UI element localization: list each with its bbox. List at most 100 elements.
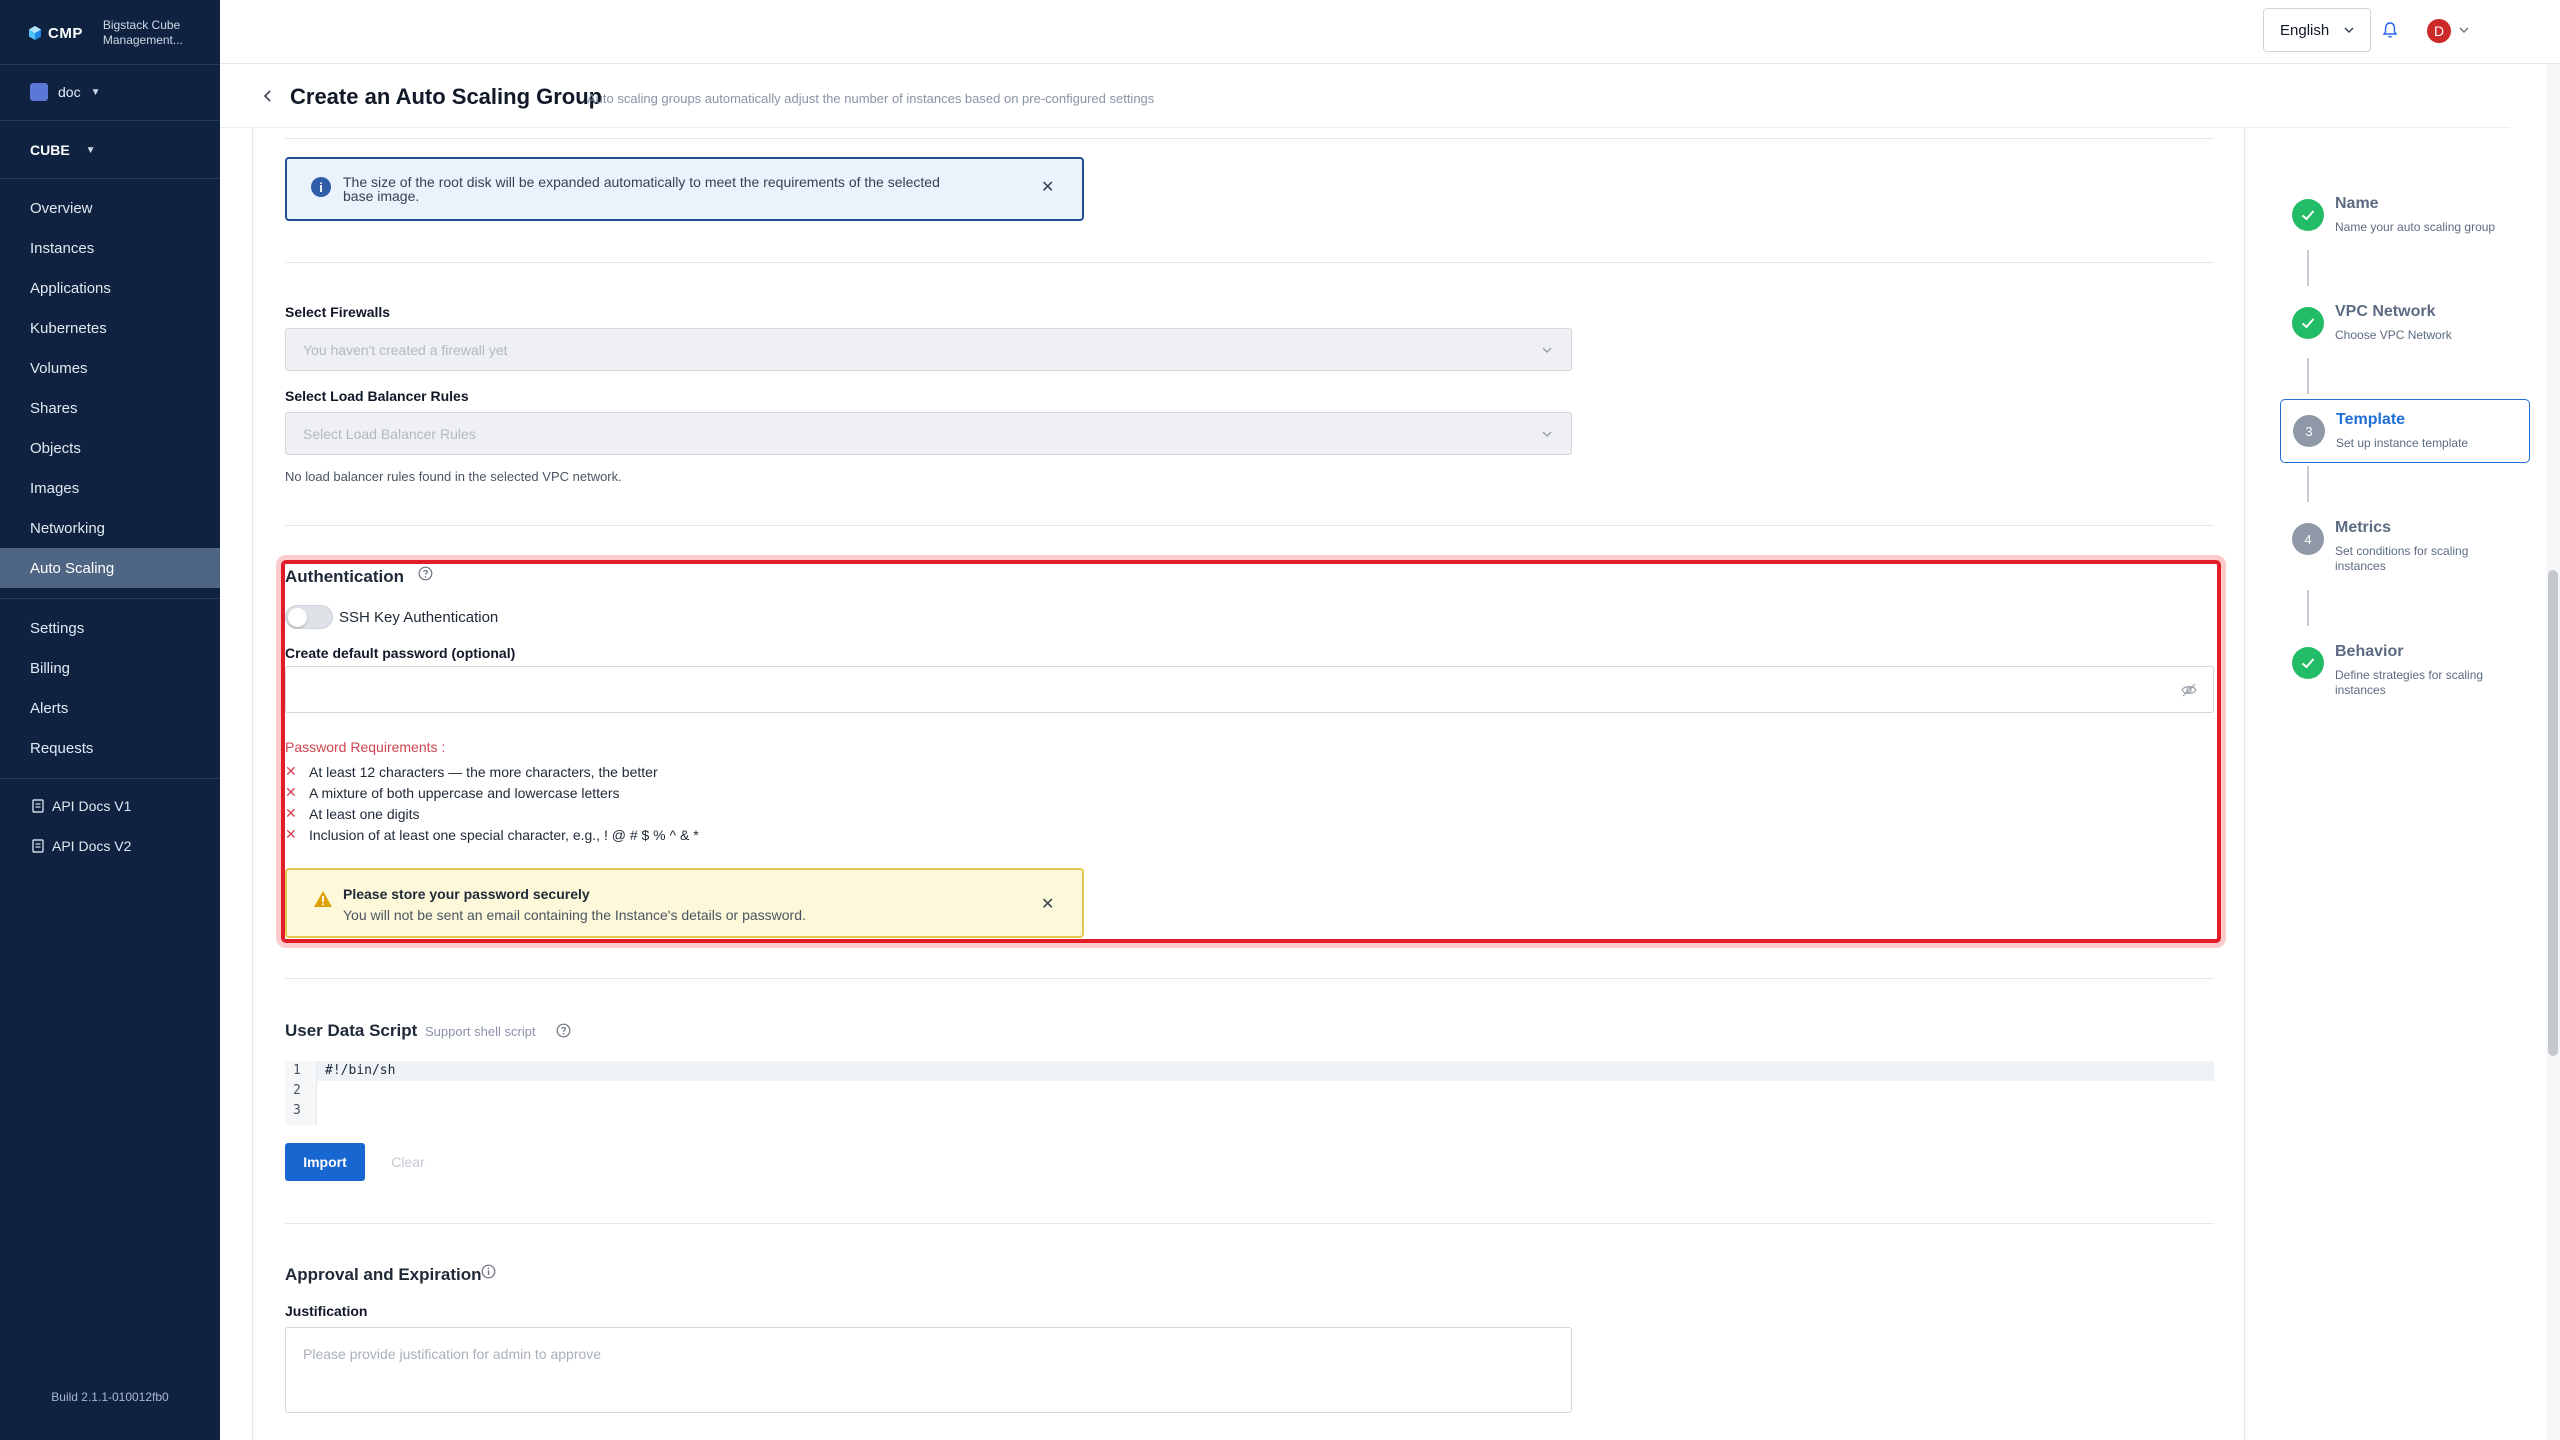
step-name[interactable]: Name Name your auto scaling group bbox=[2280, 183, 2530, 247]
bell-icon[interactable] bbox=[2382, 21, 2398, 39]
sidebar-admin-nav: Settings Billing Alerts Requests bbox=[0, 608, 220, 768]
scrollbar-thumb[interactable] bbox=[2548, 570, 2558, 1056]
firewalls-select[interactable]: You haven't created a firewall yet bbox=[285, 328, 1572, 371]
step-number: 3 bbox=[2293, 415, 2325, 447]
sidebar-item-images[interactable]: Images bbox=[0, 468, 220, 508]
sidebar-divider bbox=[0, 64, 220, 65]
ssh-key-toggle[interactable] bbox=[285, 605, 333, 629]
help-icon[interactable] bbox=[556, 1023, 571, 1038]
password-requirement: ✕ Inclusion of at least one special chara… bbox=[285, 824, 699, 845]
warning-icon bbox=[314, 891, 332, 907]
fail-x-icon: ✕ bbox=[285, 805, 297, 821]
step-title: Metrics bbox=[2335, 519, 2392, 536]
sidebar-item-settings[interactable]: Settings bbox=[0, 608, 220, 648]
password-label: Create default password (optional) bbox=[285, 645, 516, 661]
justification-placeholder: Please provide justification for admin t… bbox=[303, 1346, 602, 1362]
brand-name-line1: Bigstack Cube bbox=[102, 18, 181, 32]
step-behavior[interactable]: Behavior Define strategies for scaling i… bbox=[2280, 631, 2530, 697]
line-number: 2 bbox=[293, 1083, 301, 1098]
page-header: Create an Auto Scaling Group Auto scalin… bbox=[220, 64, 2510, 128]
password-warning-banner: Please store your password securely You … bbox=[285, 868, 1084, 938]
region-name: CUBE bbox=[30, 142, 70, 158]
fail-x-icon: ✕ bbox=[285, 763, 297, 779]
ssh-key-label: SSH Key Authentication bbox=[339, 609, 499, 626]
sidebar-item-volumes[interactable]: Volumes bbox=[0, 348, 220, 388]
section-divider bbox=[285, 525, 2214, 526]
justification-textarea[interactable]: Please provide justification for admin t… bbox=[285, 1327, 1572, 1413]
user-data-subtitle: Support shell script bbox=[425, 1024, 536, 1039]
toggle-knob bbox=[288, 608, 307, 627]
sidebar-item-networking[interactable]: Networking bbox=[0, 508, 220, 548]
sidebar-item-billing[interactable]: Billing bbox=[0, 648, 220, 688]
sidebar-item-api-docs-v2[interactable]: API Docs V2 bbox=[0, 826, 220, 866]
document-icon bbox=[32, 839, 44, 853]
section-divider bbox=[285, 978, 2214, 979]
close-icon[interactable]: ✕ bbox=[1041, 894, 1054, 914]
step-connector bbox=[2307, 466, 2309, 502]
load-balancer-hint: No load balancer rules found in the sele… bbox=[285, 469, 622, 484]
authentication-title: Authentication bbox=[285, 567, 404, 586]
user-avatar[interactable]: D bbox=[2427, 19, 2451, 43]
chevron-down-icon bbox=[2344, 27, 2354, 34]
step-metrics[interactable]: 4 Metrics Set conditions for scaling ins… bbox=[2280, 507, 2530, 573]
clear-button[interactable]: Clear bbox=[383, 1143, 433, 1181]
sidebar-divider bbox=[0, 120, 220, 121]
chevron-down-icon[interactable] bbox=[2458, 24, 2470, 36]
step-connector bbox=[2307, 358, 2309, 394]
sidebar-nav: Overview Instances Applications Kubernet… bbox=[0, 188, 220, 588]
sidebar-item-objects[interactable]: Objects bbox=[0, 428, 220, 468]
password-input[interactable] bbox=[285, 666, 2214, 713]
eye-off-icon[interactable] bbox=[2181, 683, 2197, 697]
step-vpc-network[interactable]: VPC Network Choose VPC Network bbox=[2280, 291, 2530, 355]
close-icon[interactable]: ✕ bbox=[1041, 177, 1054, 197]
region-selector[interactable]: CUBE ▼ bbox=[30, 142, 96, 158]
sidebar-item-applications[interactable]: Applications bbox=[0, 268, 220, 308]
password-requirement: ✕ A mixture of both uppercase and lowerca… bbox=[285, 782, 699, 803]
brand-name-line2: Management... bbox=[102, 33, 183, 47]
load-balancer-select[interactable]: Select Load Balancer Rules bbox=[285, 412, 1572, 455]
caret-down-icon: ▼ bbox=[90, 86, 101, 98]
section-divider bbox=[285, 262, 2214, 263]
password-requirements-list: ✕ At least 12 characters — the more chara… bbox=[285, 761, 699, 845]
sidebar-item-overview[interactable]: Overview bbox=[0, 188, 220, 228]
sidebar: CMP Bigstack Cube Management... doc ▼ CU… bbox=[0, 0, 220, 1440]
project-selector[interactable]: doc ▼ bbox=[30, 83, 100, 101]
language-label: English bbox=[2280, 21, 2330, 39]
warning-title: Please store your password securely bbox=[343, 886, 590, 902]
api-docs-v1-label: API Docs V1 bbox=[52, 798, 132, 814]
build-version: Build 2.1.1-010012fb0 bbox=[51, 1390, 169, 1404]
step-title: Template bbox=[2336, 411, 2406, 428]
sidebar-divider bbox=[0, 778, 220, 779]
justification-label: Justification bbox=[285, 1303, 368, 1319]
load-balancer-label: Select Load Balancer Rules bbox=[285, 388, 469, 404]
step-subtitle: Choose VPC Network bbox=[2335, 328, 2452, 342]
sidebar-item-kubernetes[interactable]: Kubernetes bbox=[0, 308, 220, 348]
language-selector[interactable]: English bbox=[2263, 8, 2371, 52]
step-subtitle: Define strategies for scaling instances bbox=[2335, 668, 2484, 697]
line-number: 1 bbox=[293, 1063, 301, 1078]
code-line[interactable]: #!/bin/sh bbox=[317, 1061, 2214, 1081]
sidebar-item-api-docs-v1[interactable]: API Docs V1 bbox=[0, 786, 220, 826]
step-number: 4 bbox=[2292, 523, 2324, 555]
check-icon bbox=[2292, 647, 2324, 679]
section-divider bbox=[285, 138, 2214, 139]
sidebar-item-shares[interactable]: Shares bbox=[0, 388, 220, 428]
page-title: Create an Auto Scaling Group bbox=[290, 84, 603, 109]
back-arrow-icon[interactable] bbox=[262, 89, 274, 103]
password-requirement: ✕ At least 12 characters — the more chara… bbox=[285, 761, 699, 782]
step-template[interactable]: 3 Template Set up instance template bbox=[2280, 399, 2530, 463]
step-title: VPC Network bbox=[2335, 303, 2436, 320]
chevron-down-icon bbox=[1542, 347, 1552, 353]
brand[interactable]: CMP Bigstack Cube Management... bbox=[28, 18, 183, 48]
sidebar-item-auto-scaling[interactable]: Auto Scaling bbox=[0, 548, 220, 588]
user-data-editor[interactable]: 1 2 3 #!/bin/sh bbox=[285, 1061, 2214, 1125]
sidebar-item-instances[interactable]: Instances bbox=[0, 228, 220, 268]
sidebar-item-alerts[interactable]: Alerts bbox=[0, 688, 220, 728]
password-requirements-title: Password Requirements : bbox=[285, 739, 446, 755]
cube-logo-icon bbox=[29, 26, 41, 40]
info-icon[interactable] bbox=[481, 1264, 496, 1279]
help-icon[interactable] bbox=[418, 566, 433, 581]
sidebar-item-requests[interactable]: Requests bbox=[0, 728, 220, 768]
step-subtitle: Set conditions for scaling instances bbox=[2335, 544, 2469, 573]
import-button[interactable]: Import bbox=[285, 1143, 365, 1181]
